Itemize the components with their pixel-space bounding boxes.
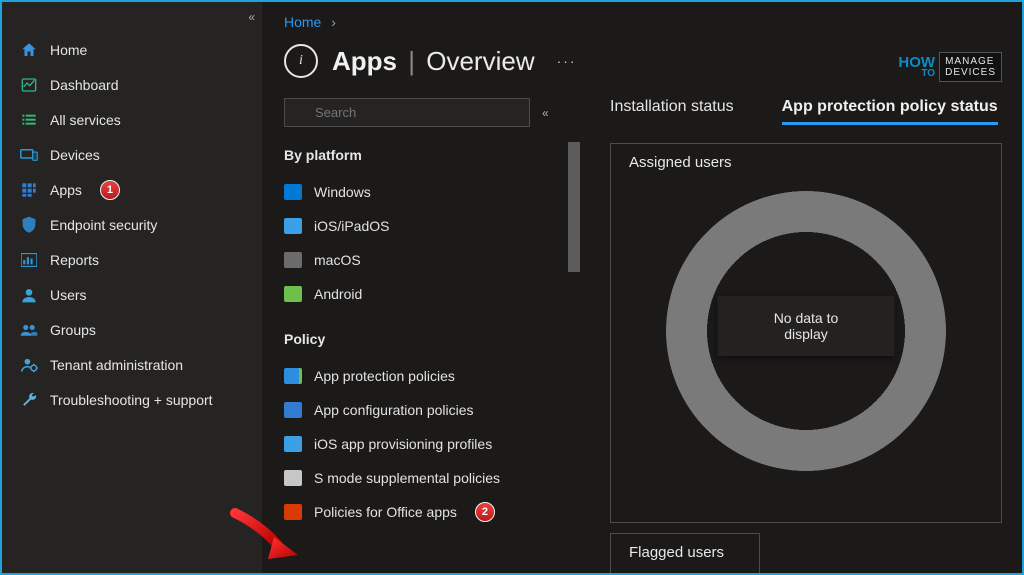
ios-icon (284, 218, 302, 234)
shield-icon (20, 216, 38, 234)
document-icon (284, 470, 302, 486)
breadcrumb-home[interactable]: Home (284, 14, 321, 30)
sidebar-item-label: Troubleshooting + support (50, 392, 213, 408)
menu-item-label: iOS/iPadOS (314, 218, 389, 234)
sidebar-item-label: Dashboard (50, 77, 119, 93)
sidebar-item-groups[interactable]: Groups (2, 312, 262, 347)
apps-icon (20, 181, 38, 199)
content-pane: Installation status App protection polic… (610, 98, 1022, 573)
menu-item-label: Policies for Office apps (314, 504, 457, 520)
menu-item-label: App configuration policies (314, 402, 474, 418)
office-icon (284, 504, 302, 520)
card-title: Flagged users (629, 544, 741, 561)
watermark-logo: HOW TO MANAGE DEVICES (898, 52, 1002, 82)
sidebar: « Home Dashboard All services Devices (2, 2, 262, 573)
platform-windows[interactable]: Windows (284, 175, 570, 209)
page-title: Apps | Overview (332, 46, 535, 77)
devices-icon (20, 146, 38, 164)
panel-collapse-button[interactable]: « (542, 106, 549, 120)
chevron-right-icon: › (331, 14, 336, 30)
page-title-sub: Overview (426, 46, 534, 76)
sidebar-item-label: Reports (50, 252, 99, 268)
tabs: Installation status App protection polic… (610, 98, 1002, 125)
policy-s-mode[interactable]: S mode supplemental policies (284, 461, 570, 495)
sidebar-item-users[interactable]: Users (2, 277, 262, 312)
app-config-icon (284, 402, 302, 418)
annotation-badge-2: 2 (475, 502, 495, 522)
reports-icon (20, 251, 38, 269)
sidebar-item-label: All services (50, 112, 121, 128)
breadcrumb: Home › (262, 2, 1022, 36)
sidebar-item-label: Home (50, 42, 87, 58)
menu-item-label: macOS (314, 252, 361, 268)
wrench-icon (20, 391, 38, 409)
sidebar-item-reports[interactable]: Reports (2, 242, 262, 277)
groups-icon (20, 321, 38, 339)
menu-item-label: Windows (314, 184, 371, 200)
sidebar-item-troubleshoot[interactable]: Troubleshooting + support (2, 382, 262, 417)
sidebar-item-label: Devices (50, 147, 100, 163)
sidebar-item-dashboard[interactable]: Dashboard (2, 67, 262, 102)
sidebar-item-home[interactable]: Home (2, 32, 262, 67)
annotation-badge-1: 1 (100, 180, 120, 200)
sidebar-item-label: Users (50, 287, 87, 303)
policy-office-apps[interactable]: Policies for Office apps 2 (284, 495, 570, 529)
more-actions-button[interactable]: ··· (549, 53, 577, 69)
sidebar-item-label: Endpoint security (50, 217, 157, 233)
search-input[interactable] (284, 98, 530, 127)
info-icon: i (284, 44, 318, 78)
section-policy: Policy (284, 331, 570, 347)
menu-item-label: iOS app provisioning profiles (314, 436, 492, 452)
provisioning-icon (284, 436, 302, 452)
policy-app-protection[interactable]: App protection policies (284, 359, 570, 393)
sidebar-item-endpoint-security[interactable]: Endpoint security (2, 207, 262, 242)
sidebar-item-tenant-admin[interactable]: Tenant administration (2, 347, 262, 382)
menu-item-label: App protection policies (314, 368, 455, 384)
flagged-users-card: Flagged users (610, 533, 760, 573)
page-title-main: Apps (332, 46, 397, 76)
assigned-users-card: Assigned users No data to display (610, 143, 1002, 523)
sidebar-item-all-services[interactable]: All services (2, 102, 262, 137)
windows-icon (284, 184, 302, 200)
list-icon (20, 111, 38, 129)
sidebar-item-label: Groups (50, 322, 96, 338)
sidebar-item-devices[interactable]: Devices (2, 137, 262, 172)
macos-icon (284, 252, 302, 268)
platform-macos[interactable]: macOS (284, 243, 570, 277)
no-data-message: No data to display (718, 296, 895, 356)
home-icon (20, 41, 38, 59)
scrollbar[interactable] (568, 142, 580, 272)
card-title: Assigned users (629, 154, 983, 171)
sidebar-item-apps[interactable]: Apps 1 (2, 172, 262, 207)
android-icon (284, 286, 302, 302)
policy-app-configuration[interactable]: App configuration policies (284, 393, 570, 427)
platform-ios[interactable]: iOS/iPadOS (284, 209, 570, 243)
policy-ios-provisioning[interactable]: iOS app provisioning profiles (284, 427, 570, 461)
sidebar-item-label: Apps (50, 182, 82, 198)
user-icon (20, 286, 38, 304)
secondary-nav: « By platform Windows iOS/iPadOS macOS (284, 98, 570, 573)
platform-android[interactable]: Android (284, 277, 570, 311)
menu-item-label: Android (314, 286, 362, 302)
sidebar-item-label: Tenant administration (50, 357, 183, 373)
app-protection-icon (284, 368, 302, 384)
tab-installation-status[interactable]: Installation status (610, 98, 734, 125)
menu-item-label: S mode supplemental policies (314, 470, 500, 486)
dashboard-icon (20, 76, 38, 94)
gear-user-icon (20, 356, 38, 374)
tab-app-protection-status[interactable]: App protection policy status (782, 98, 998, 125)
sidebar-collapse-button[interactable]: « (248, 10, 255, 24)
section-by-platform: By platform (284, 147, 570, 163)
